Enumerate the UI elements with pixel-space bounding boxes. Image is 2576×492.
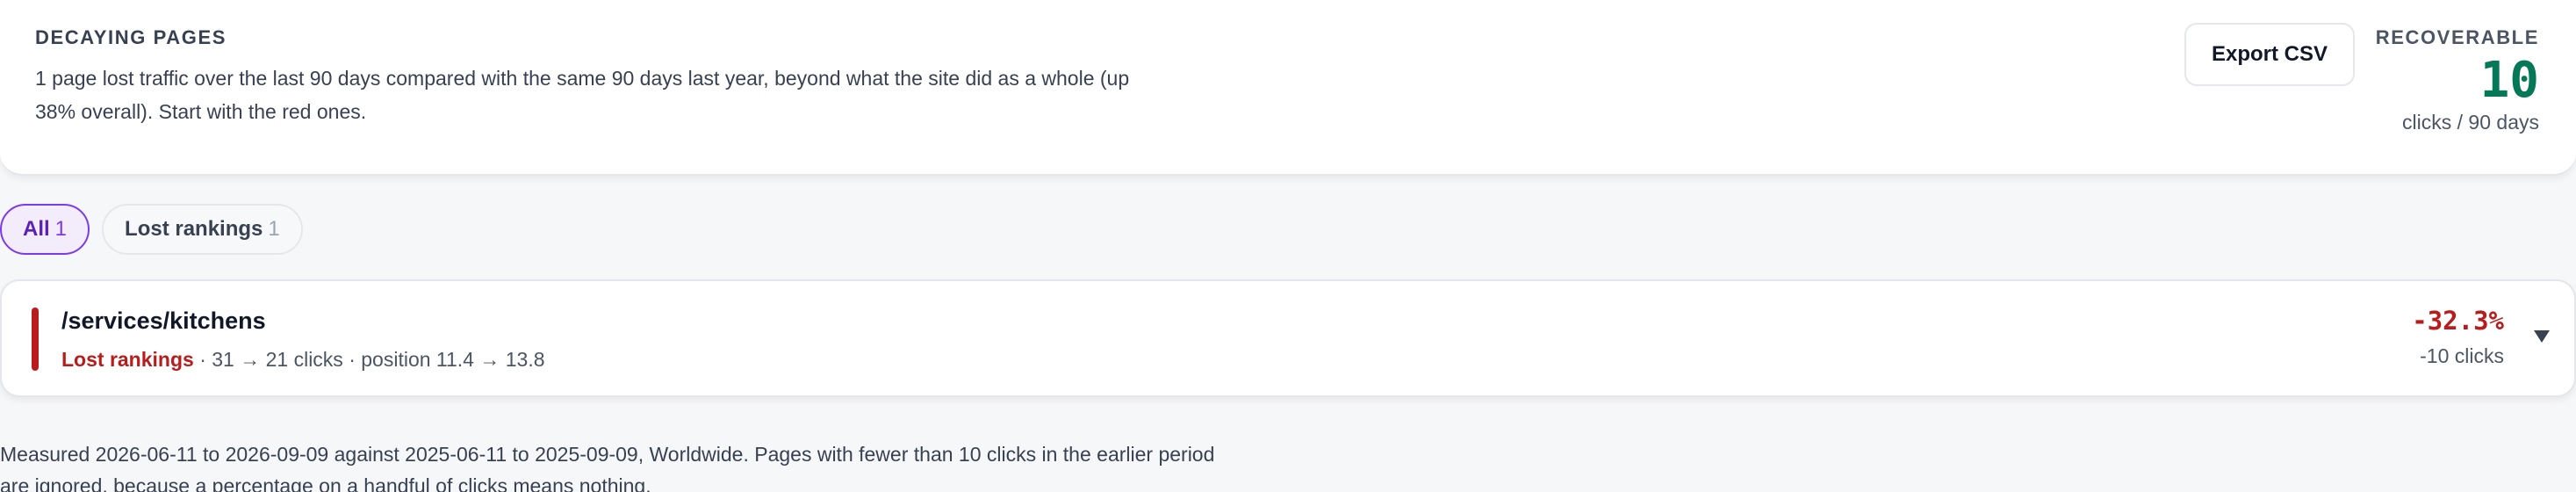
change-percent: -32.3% — [2412, 306, 2504, 336]
page-path: /services/kitchens — [61, 308, 266, 334]
decay-reason: Lost rankings — [61, 348, 194, 371]
filter-tabs: All 1 Lost rankings 1 — [0, 204, 303, 255]
page-change: -32.3% -10 clicks — [2412, 306, 2504, 368]
chevron-down-icon[interactable] — [2534, 330, 2550, 343]
filter-all-count: 1 — [54, 217, 68, 241]
filter-lost-rankings-label: Lost rankings — [125, 217, 263, 241]
page-meta: Lost rankings · 31 → 21 clicks · positio… — [61, 348, 545, 372]
recoverable-value: 10 — [2479, 52, 2539, 109]
change-clicks: -10 clicks — [2420, 344, 2504, 367]
export-csv-button[interactable]: Export CSV — [2184, 23, 2355, 86]
filter-all[interactable]: All 1 — [0, 204, 90, 255]
recoverable-label: RECOVERABLE — [2375, 26, 2539, 48]
filter-all-label: All — [23, 217, 50, 241]
recoverable-unit: clicks / 90 days — [2402, 111, 2539, 134]
summary-card: DECAYING PAGES 1 page lost traffic over … — [0, 0, 2576, 176]
decaying-pages-view: DECAYING PAGES 1 page lost traffic over … — [0, 0, 2576, 492]
section-title: DECAYING PAGES — [35, 26, 227, 48]
methodology-footnote: Measured 2026-06-11 to 2026-09-09 agains… — [0, 443, 1215, 492]
filter-lost-rankings-count: 1 — [268, 217, 280, 241]
recoverable-stat: RECOVERABLE 10 clicks / 90 days — [2376, 26, 2539, 134]
filter-lost-rankings[interactable]: Lost rankings 1 — [102, 204, 303, 255]
page-meta-details: · 31 → 21 clicks · position 11.4 → 13.8 — [193, 348, 545, 371]
summary-description: 1 page lost traffic over the last 90 day… — [35, 67, 1130, 123]
page-row[interactable]: /services/kitchens Lost rankings · 31 → … — [0, 279, 2576, 397]
severity-indicator — [32, 308, 39, 371]
